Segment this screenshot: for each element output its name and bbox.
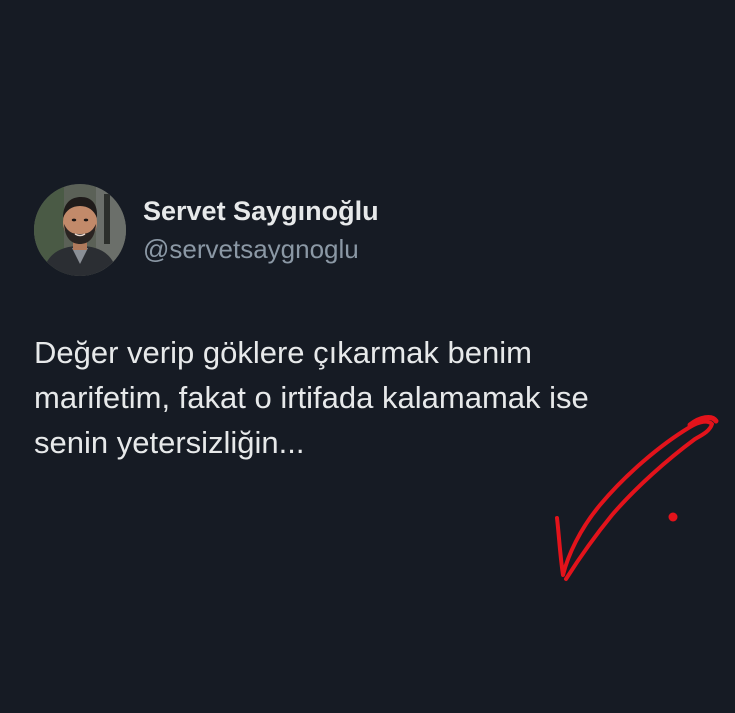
avatar[interactable] bbox=[34, 184, 126, 276]
display-name[interactable]: Servet Saygınoğlu bbox=[143, 194, 379, 228]
tweet-card: Servet Saygınoğlu @servetsaygnoglu Değer… bbox=[0, 0, 735, 713]
user-handle[interactable]: @servetsaygnoglu bbox=[143, 233, 359, 265]
handwritten-check-mark-icon bbox=[555, 415, 719, 581]
tweet-text-line: Değer verip göklere çıkarmak benim bbox=[34, 335, 532, 370]
avatar-photo bbox=[34, 184, 126, 276]
